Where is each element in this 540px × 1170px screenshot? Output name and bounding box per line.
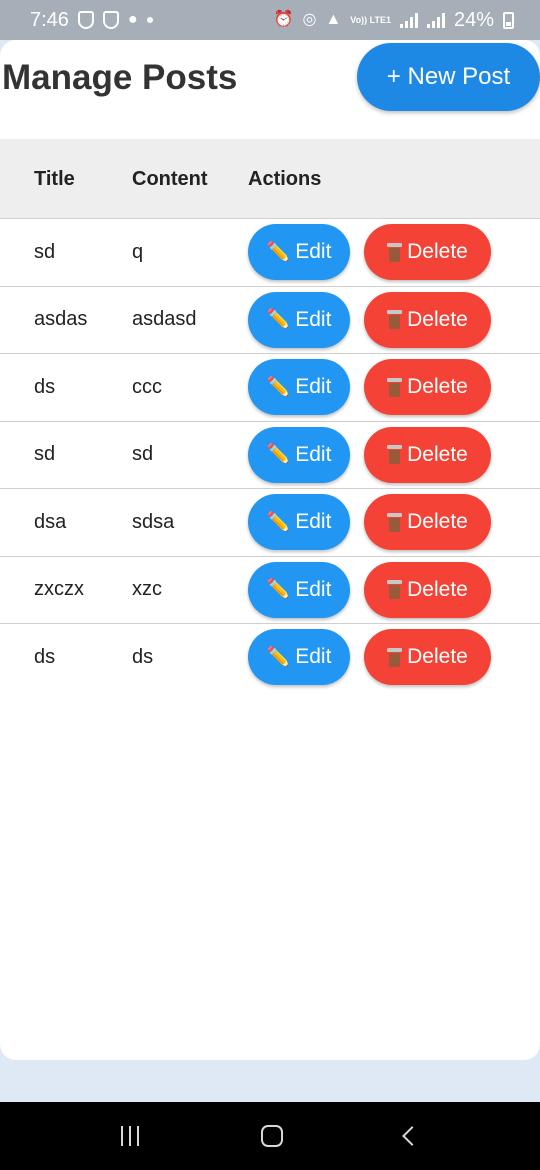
pencil-icon: ✏️ [266, 646, 291, 668]
table-row: ds ds ✏️ Edit Delete [0, 624, 540, 692]
edit-label: Edit [295, 307, 332, 331]
cell-title: sd [34, 240, 56, 263]
edit-button[interactable]: ✏️ Edit [248, 359, 350, 415]
trash-icon [387, 580, 403, 599]
pencil-icon: ✏️ [266, 241, 291, 263]
delete-label: Delete [407, 442, 468, 466]
trash-icon [387, 242, 403, 262]
edit-label: Edit [295, 375, 332, 398]
status-bar: 7:46 ● ⏰ ◎ ▲ Vo)) LTE1 24% [0, 0, 540, 40]
table-row: ds ccc ✏️ Edit Delete [0, 354, 540, 422]
shield-check-icon [102, 11, 119, 29]
delete-button[interactable]: Delete [364, 224, 491, 280]
wifi-icon: ▲ [325, 11, 342, 28]
signal-2-icon [426, 12, 445, 28]
edit-button[interactable]: ✏️ Edit [248, 224, 350, 280]
delete-label: Delete [407, 510, 468, 533]
table-row: sd sd ✏️ Edit Delete [0, 422, 540, 489]
delete-label: Delete [407, 645, 468, 668]
delete-label: Delete [407, 307, 468, 331]
table-row: dsa sdsa ✏️ Edit Delete [0, 489, 540, 557]
back-icon[interactable] [402, 1126, 422, 1146]
column-header-title: Title [34, 167, 75, 190]
cell-content: sdsa [132, 510, 175, 533]
cell-title: dsa [34, 510, 67, 533]
cell-content: xzc [132, 578, 162, 600]
pencil-icon: ✏️ [266, 444, 291, 465]
table-row: sd q ✏️ Edit Delete [0, 219, 540, 287]
posts-card: Manage Posts + New Post Title Content Ac… [0, 40, 540, 1060]
cell-content: asdasd [132, 308, 197, 330]
trash-icon [387, 512, 403, 532]
pencil-icon: ✏️ [266, 511, 291, 533]
page-title: Manage Posts [2, 58, 238, 97]
edit-button[interactable]: ✏️ Edit [248, 494, 350, 550]
edit-label: Edit [295, 577, 332, 601]
delete-button[interactable]: Delete [364, 426, 491, 483]
edit-label: Edit [295, 442, 332, 466]
battery-percent: 24% [453, 8, 494, 31]
status-time: 7:46 [30, 8, 69, 31]
cell-content: ccc [132, 375, 162, 398]
table-row: asdas asdasd ✏️ Edit Delete [0, 287, 540, 354]
delete-button[interactable]: Delete [364, 561, 491, 618]
home-icon[interactable] [261, 1125, 283, 1147]
edit-label: Edit [295, 240, 332, 263]
delete-button[interactable]: Delete [364, 629, 491, 685]
cell-title: ds [34, 645, 56, 668]
notification-dot-icon [146, 17, 153, 23]
shield-icon [77, 11, 94, 29]
table-body: sd q ✏️ Edit Delete asdas asdasd ✏️ Edit Delete ds… [0, 219, 540, 692]
cell-content: sd [132, 443, 154, 465]
edit-button[interactable]: ✏️ Edit [248, 426, 350, 483]
cell-title: zxczx [34, 578, 84, 600]
delete-label: Delete [407, 240, 468, 263]
column-header-content: Content [132, 167, 208, 190]
system-nav-bar [0, 1102, 540, 1170]
signal-icon [399, 12, 418, 28]
cell-content: ds [132, 645, 154, 668]
edit-label: Edit [295, 510, 332, 533]
pencil-icon: ✏️ [266, 376, 291, 398]
delete-button[interactable]: Delete [364, 359, 491, 415]
delete-button[interactable]: Delete [364, 291, 491, 348]
trash-icon [387, 445, 403, 464]
trash-icon [387, 647, 403, 667]
battery-icon [503, 11, 514, 29]
recent-apps-icon[interactable] [121, 1126, 139, 1146]
table-header: Title Content Actions [0, 139, 540, 219]
trash-icon [387, 310, 403, 329]
cell-title: sd [34, 443, 56, 465]
trash-icon [387, 377, 403, 397]
posts-table: Title Content Actions sd q ✏️ Edit Delete asd… [0, 139, 540, 692]
edit-button[interactable]: ✏️ Edit [248, 629, 350, 685]
snapchat-icon: ● [127, 11, 138, 28]
new-post-button[interactable]: + New Post [357, 43, 540, 111]
edit-label: Edit [295, 645, 332, 668]
cell-title: asdas [34, 308, 88, 330]
delete-button[interactable]: Delete [364, 494, 491, 550]
lte-label: Vo)) LTE1 [350, 14, 391, 25]
delete-label: Delete [407, 577, 468, 601]
column-header-actions: Actions [248, 167, 322, 190]
hotspot-icon: ◎ [302, 11, 317, 28]
alarm-icon: ⏰ [273, 11, 294, 28]
edit-button[interactable]: ✏️ Edit [248, 561, 350, 618]
edit-button[interactable]: ✏️ Edit [248, 291, 350, 348]
cell-title: ds [34, 375, 56, 398]
delete-label: Delete [407, 375, 468, 398]
status-left: 7:46 ● [30, 9, 153, 32]
pencil-icon: ✏️ [266, 579, 291, 600]
pencil-icon: ✏️ [266, 309, 291, 330]
status-right: ⏰ ◎ ▲ Vo)) LTE1 24% [274, 9, 514, 32]
cell-content: q [132, 240, 144, 263]
table-row: zxczx xzc ✏️ Edit Delete [0, 557, 540, 624]
